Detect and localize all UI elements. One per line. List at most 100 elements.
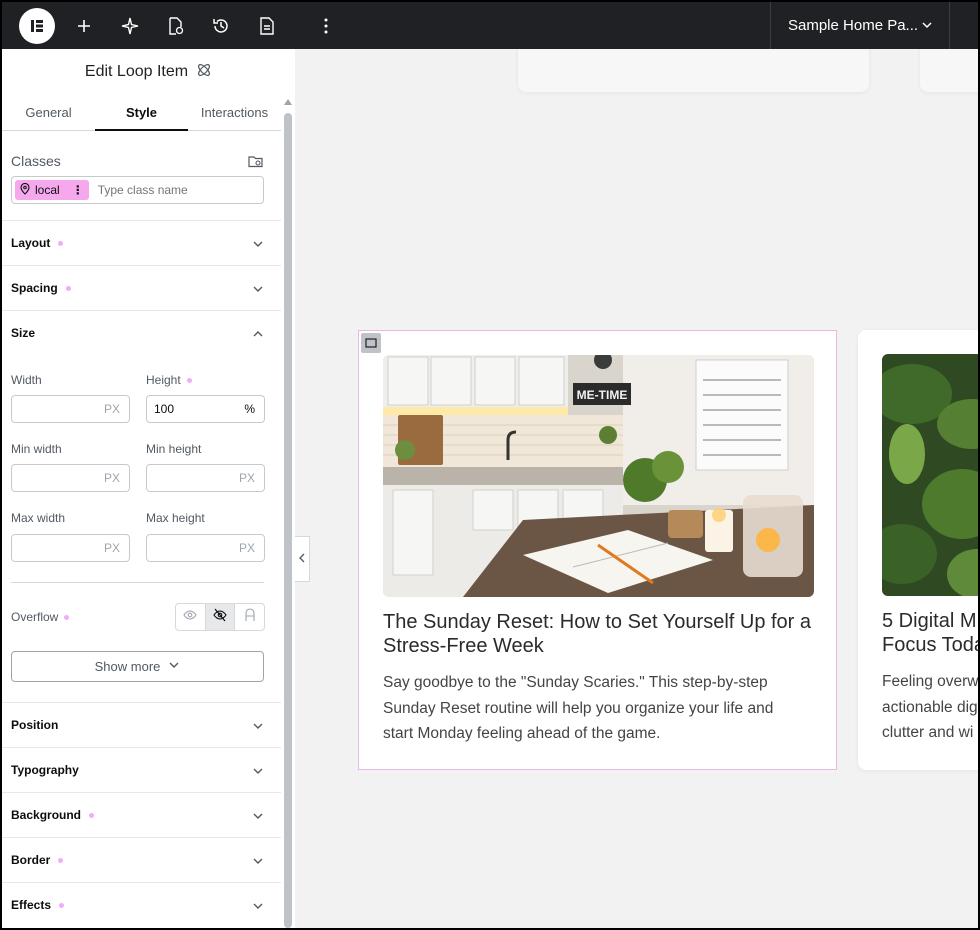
height-unit[interactable]: % <box>244 402 255 416</box>
section-label: Size <box>11 326 36 340</box>
tab-interactions[interactable]: Interactions <box>188 95 281 130</box>
history-icon[interactable] <box>209 14 233 38</box>
max-height-field[interactable]: PX <box>146 534 265 562</box>
overflow-toggle-group <box>175 603 265 631</box>
letter-a-icon <box>244 607 256 627</box>
section-effects[interactable]: Effects <box>2 882 281 927</box>
overflow-hidden-button[interactable] <box>205 604 236 630</box>
scroll-up-arrow[interactable] <box>284 99 292 105</box>
divider <box>11 582 264 583</box>
tab-general[interactable]: General <box>2 95 95 130</box>
class-name-input[interactable] <box>97 183 248 197</box>
section-border[interactable]: Border <box>2 837 281 882</box>
section-layout[interactable]: Layout <box>2 220 281 265</box>
max-width-unit[interactable]: PX <box>104 541 120 555</box>
section-spacing[interactable]: Spacing <box>2 265 281 310</box>
modified-dot <box>58 240 64 246</box>
loop-card-previous-right[interactable] <box>920 49 978 92</box>
loop-card-next[interactable]: 5 Digital M Focus Toda Feeling overw act… <box>858 330 978 770</box>
panel-title: Edit Loop Item <box>84 63 189 80</box>
class-chip-local[interactable]: local ⋮ <box>15 180 89 200</box>
overflow-auto-button[interactable] <box>235 604 264 630</box>
plus-icon[interactable] <box>72 14 96 38</box>
show-more-button[interactable]: Show more <box>11 651 264 682</box>
width-unit[interactable]: PX <box>104 402 120 416</box>
width-label: Width <box>11 373 42 387</box>
width-field[interactable]: PX <box>11 395 130 423</box>
max-height-unit[interactable]: PX <box>239 541 255 555</box>
section-label: Effects <box>11 898 52 912</box>
section-position[interactable]: Position <box>2 702 281 747</box>
chevron-down-icon <box>252 765 264 780</box>
chevron-down-icon <box>168 659 180 674</box>
chevron-down-icon <box>921 18 933 35</box>
overflow-visible-button[interactable] <box>176 604 206 630</box>
chevron-left-icon <box>298 550 306 568</box>
card-excerpt: Feeling overw actionable dig clutter and… <box>882 673 978 741</box>
section-background[interactable]: Background <box>2 792 281 837</box>
height-label: Height <box>146 373 192 387</box>
section-label: Border <box>11 853 51 867</box>
min-width-unit[interactable]: PX <box>104 471 120 485</box>
section-label: Background <box>11 808 82 822</box>
chevron-down-icon <box>252 283 264 298</box>
top-bar: Sample Home Pa... <box>2 2 978 49</box>
chevron-down-icon <box>252 720 264 735</box>
more-vertical-icon[interactable] <box>314 14 338 38</box>
section-label: Layout <box>11 236 51 250</box>
card-title[interactable]: The Sunday Reset: How to Set Yourself Up… <box>383 610 823 658</box>
eye-off-icon <box>213 608 227 627</box>
container-icon[interactable] <box>361 333 381 353</box>
modified-dot <box>65 285 71 291</box>
class-manager-icon[interactable] <box>248 153 264 174</box>
chevron-down-icon <box>252 810 264 825</box>
page-switcher[interactable]: Sample Home Pa... <box>770 2 950 49</box>
section-label: Spacing <box>11 281 58 295</box>
height-field[interactable]: 100 % <box>146 395 265 423</box>
section-typography[interactable]: Typography <box>2 747 281 792</box>
min-width-label: Min width <box>11 442 62 456</box>
min-width-field[interactable]: PX <box>11 464 130 492</box>
elementor-logo-icon[interactable] <box>19 8 55 44</box>
panel-scrollbar[interactable] <box>284 99 292 928</box>
card-title[interactable]: 5 Digital M Focus Toda <box>882 609 978 657</box>
classes-label: Classes <box>11 153 61 169</box>
chevron-up-icon <box>252 328 264 343</box>
chevron-down-icon <box>252 238 264 253</box>
loop-card-selected[interactable]: ME-TIME The Sunday Reset: How to Set You… <box>358 330 837 770</box>
section-size[interactable]: Size <box>2 310 281 355</box>
eye-icon <box>183 608 197 627</box>
more-vertical-icon[interactable]: ⋮ <box>72 183 84 197</box>
card-featured-image[interactable]: ME-TIME <box>383 355 814 597</box>
min-height-field[interactable]: PX <box>146 464 265 492</box>
show-more-label: Show more <box>94 659 161 674</box>
structure-icon[interactable] <box>255 14 279 38</box>
atom-icon <box>196 62 212 83</box>
class-chip-label: local <box>35 183 60 197</box>
class-selector[interactable]: local ⋮ <box>11 176 264 204</box>
min-height-unit[interactable]: PX <box>239 471 255 485</box>
location-pin-icon <box>19 182 31 198</box>
modified-dot <box>59 902 65 908</box>
chevron-down-icon <box>252 900 264 915</box>
editor-canvas[interactable]: ME-TIME The Sunday Reset: How to Set You… <box>295 49 978 928</box>
chevron-down-icon <box>252 855 264 870</box>
loop-card-previous[interactable] <box>518 49 869 92</box>
height-value: 100 <box>154 402 175 416</box>
ai-sparkle-icon[interactable] <box>118 14 142 38</box>
collapse-panel-button[interactable] <box>295 536 310 582</box>
section-label: Position <box>11 718 59 732</box>
min-height-label: Min height <box>146 442 202 456</box>
modified-dot <box>89 812 95 818</box>
page-settings-icon[interactable] <box>163 14 187 38</box>
card-featured-image[interactable] <box>882 354 978 596</box>
page-name: Sample Home Pa... <box>788 17 919 34</box>
max-height-label: Max height <box>146 511 205 525</box>
section-label: Typography <box>11 763 79 777</box>
modified-dot <box>58 857 64 863</box>
image-sign-text: ME-TIME <box>577 388 628 402</box>
tab-style[interactable]: Style <box>95 95 188 131</box>
overflow-label: Overflow <box>11 610 70 624</box>
scroll-thumb[interactable] <box>284 113 292 928</box>
max-width-field[interactable]: PX <box>11 534 130 562</box>
